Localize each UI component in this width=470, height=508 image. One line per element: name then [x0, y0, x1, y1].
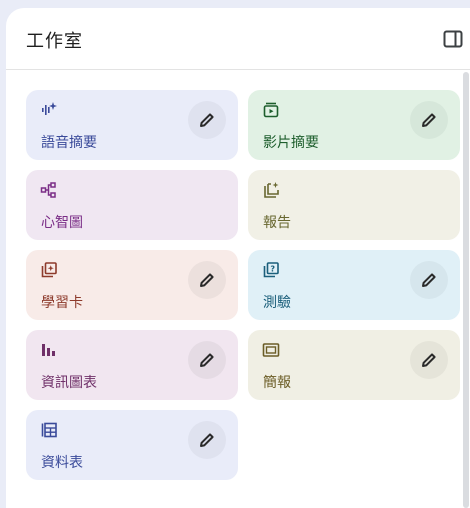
edit-button[interactable] — [188, 101, 226, 139]
card-label: 報告 — [263, 215, 291, 231]
report-sparkle-icon — [264, 182, 279, 198]
panel-title: 工作室 — [26, 31, 83, 52]
slides-icon — [262, 343, 280, 357]
quiz-card[interactable]: ? 測驗 — [248, 250, 460, 320]
svg-text:?: ? — [270, 264, 275, 273]
infographic-bars-icon — [42, 344, 55, 356]
flashcards-icon — [41, 262, 57, 278]
pencil-icon — [422, 113, 436, 127]
pencil-icon — [422, 353, 436, 367]
card-label: 學習卡 — [41, 295, 83, 311]
audio-overview-card[interactable]: 語音摘要 — [26, 90, 238, 160]
report-card[interactable]: 報告 — [248, 170, 460, 240]
video-overview-card[interactable]: 影片摘要 — [248, 90, 460, 160]
card-label: 資料表 — [41, 455, 83, 471]
infographic-card[interactable]: 資訊圖表 — [26, 330, 238, 400]
video-player-icon — [263, 102, 279, 118]
card-label: 測驗 — [263, 295, 291, 311]
card-label: 影片摘要 — [263, 135, 319, 151]
edit-button[interactable] — [410, 261, 448, 299]
collapse-panel-button[interactable] — [442, 28, 464, 50]
edit-button[interactable] — [410, 101, 448, 139]
data-table-icon — [41, 422, 57, 438]
pencil-icon — [200, 353, 214, 367]
card-label: 語音摘要 — [41, 135, 97, 151]
audio-waveform-sparkle-icon — [42, 102, 57, 115]
scrollbar[interactable] — [463, 72, 469, 508]
pencil-icon — [200, 433, 214, 447]
data-table-card[interactable]: 資料表 — [26, 410, 238, 480]
studio-panel: 工作室 語音摘要 影片摘要 心智圖 報告 學習卡 ? 測驗 資訊圖表 簡報 資料… — [6, 8, 470, 508]
quiz-icon: ? — [263, 262, 279, 278]
mind-map-card[interactable]: 心智圖 — [26, 170, 238, 240]
card-label: 資訊圖表 — [41, 375, 97, 391]
edit-button[interactable] — [188, 261, 226, 299]
pencil-icon — [422, 273, 436, 287]
edit-button[interactable] — [188, 341, 226, 379]
pencil-icon — [200, 113, 214, 127]
card-label: 簡報 — [263, 375, 291, 391]
slides-card[interactable]: 簡報 — [248, 330, 460, 400]
edit-button[interactable] — [410, 341, 448, 379]
card-label: 心智圖 — [41, 215, 83, 231]
flashcards-card[interactable]: 學習卡 — [26, 250, 238, 320]
pencil-icon — [200, 273, 214, 287]
edit-button[interactable] — [188, 421, 226, 459]
panel-header: 工作室 — [6, 8, 470, 70]
mind-map-icon — [40, 182, 56, 198]
side-panel-icon — [443, 30, 463, 48]
